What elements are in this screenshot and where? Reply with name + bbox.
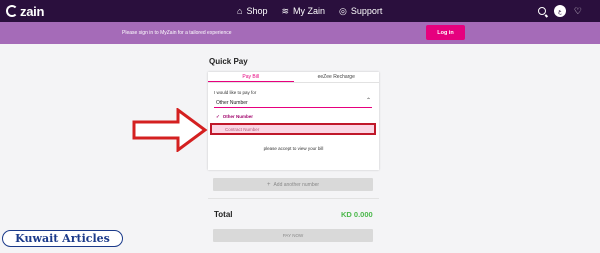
- total-label: Total: [214, 210, 233, 219]
- add-another-number-button[interactable]: + Add another number: [213, 178, 373, 191]
- add-number-label: Add another number: [273, 181, 320, 188]
- nav-item-shop[interactable]: ⌂ Shop: [230, 0, 274, 22]
- option-other-number[interactable]: ✓ Other Number: [216, 114, 253, 120]
- top-navigation: zain ⌂ Shop ≋ My Zain ◎ Support ع ♡: [0, 0, 600, 22]
- language-switch[interactable]: ع: [553, 5, 566, 17]
- accept-message: please accept to view your bill: [263, 146, 324, 151]
- arrow-annotation-icon: [132, 108, 208, 152]
- nav-item-support[interactable]: ◎ Support: [332, 0, 389, 22]
- user-icon[interactable]: ♡: [574, 6, 582, 17]
- total-amount: KD 0.000: [341, 210, 373, 219]
- check-icon: ✓: [216, 114, 220, 119]
- tab-eezee-recharge[interactable]: eeZee Recharge: [294, 72, 380, 82]
- quick-pay-card: Pay Bill eeZee Recharge I would like to …: [208, 72, 379, 170]
- banner-message: Please sign in to MyZain for a tailored …: [122, 30, 232, 36]
- page-title: Quick Pay: [209, 57, 248, 66]
- myzain-icon: ≋: [281, 5, 290, 16]
- shop-icon: ⌂: [237, 6, 243, 16]
- login-button[interactable]: Log in: [426, 25, 465, 40]
- chevron-up-icon: ⌃: [365, 98, 371, 104]
- plus-icon: +: [266, 181, 271, 188]
- select-value: Other Number: [216, 100, 248, 106]
- option-label: Other Number: [222, 114, 254, 119]
- watermark-logo: Kuwait Articles: [2, 230, 123, 247]
- option-label: Contract Number: [225, 127, 260, 132]
- nav-item-label: My Zain: [293, 6, 326, 16]
- nav-item-my-zain[interactable]: ≋ My Zain: [274, 0, 332, 22]
- brand-name: zain: [20, 3, 45, 19]
- option-contract-number[interactable]: Contract Number: [210, 123, 376, 135]
- pay-for-select[interactable]: Other Number ⌃: [214, 96, 372, 108]
- tab-pay-bill[interactable]: Pay Bill: [208, 72, 294, 82]
- pay-for-label: I would like to pay for: [214, 90, 257, 95]
- nav-utilities: ع ♡: [530, 0, 582, 22]
- divider: [208, 198, 379, 199]
- search-icon[interactable]: [537, 7, 546, 15]
- quick-pay-tabs: Pay Bill eeZee Recharge: [208, 72, 379, 83]
- nav-item-label: Support: [350, 6, 383, 16]
- main-nav: ⌂ Shop ≋ My Zain ◎ Support: [230, 0, 389, 22]
- zain-logo[interactable]: zain: [6, 3, 44, 19]
- support-icon: ◎: [339, 5, 347, 16]
- pay-now-button[interactable]: PAY NOW: [213, 229, 373, 242]
- nav-item-label: Shop: [246, 6, 268, 16]
- sign-in-banner: Please sign in to MyZain for a tailored …: [0, 22, 600, 44]
- zain-logo-icon: [6, 5, 18, 17]
